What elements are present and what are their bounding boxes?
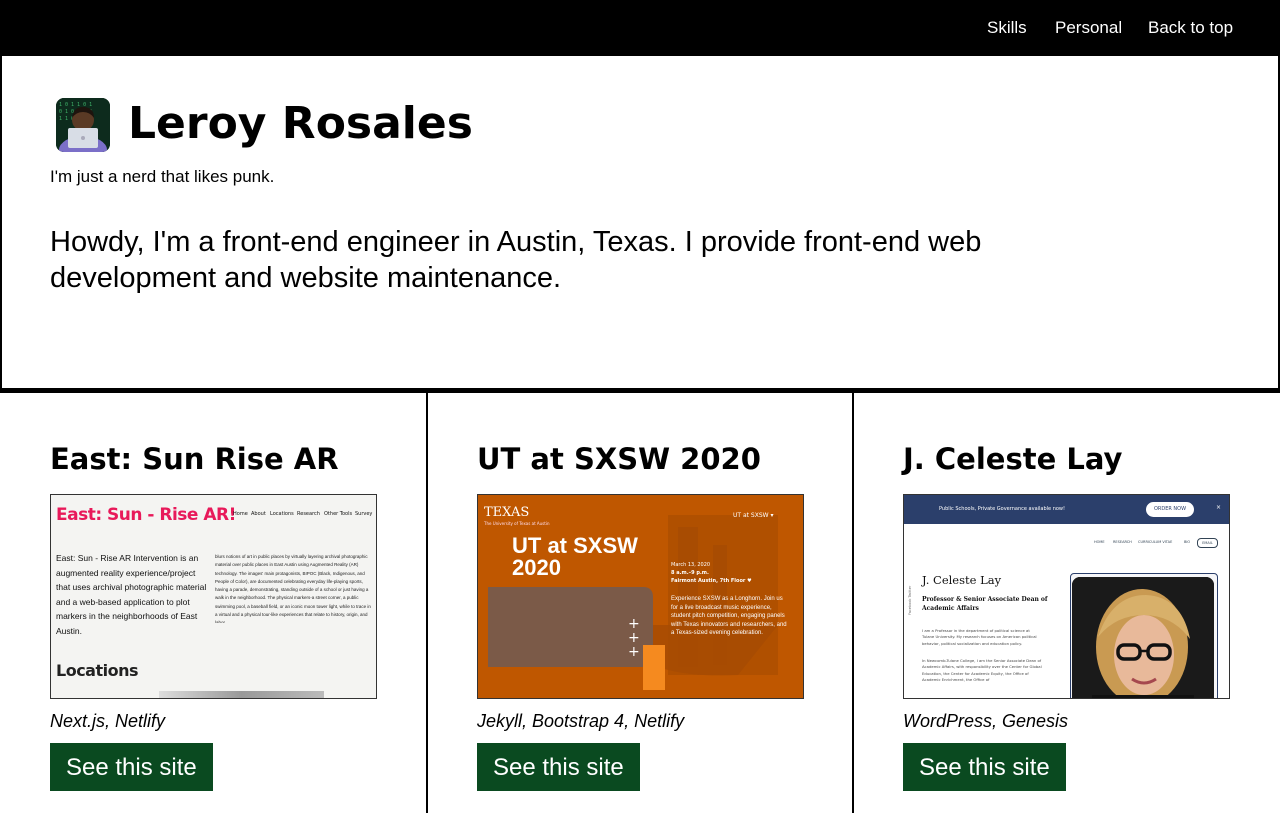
preview-social: Facebook Twitter bbox=[908, 585, 912, 615]
preview-nav-email: EMAIL bbox=[1197, 538, 1218, 548]
see-site-button[interactable]: See this site bbox=[477, 743, 640, 791]
preview-nav-item: Research bbox=[297, 511, 320, 517]
preview-date: March 13, 2020 bbox=[671, 562, 711, 568]
preview-portrait-photo bbox=[1072, 577, 1214, 698]
preview-nav-item: CURRICULUM VITAE bbox=[1138, 540, 1173, 544]
project-title: East: Sun Rise AR bbox=[50, 442, 339, 476]
developer-avatar-icon: 1 0 1 1 0 1 0 1 0 1 1 0 1 1 0 0 1 1 bbox=[56, 98, 110, 152]
top-nav: Skills Personal Back to top bbox=[0, 0, 1280, 56]
see-site-button[interactable]: See this site bbox=[50, 743, 213, 791]
page-title: Leroy Rosales bbox=[128, 98, 473, 149]
nav-back-to-top-link[interactable]: Back to top bbox=[1148, 18, 1233, 38]
preview-section-heading: Locations bbox=[56, 661, 139, 680]
preview-nav-item: Locations bbox=[270, 511, 294, 517]
preview-close-icon: × bbox=[1216, 504, 1222, 511]
tagline: I'm just a nerd that likes punk. bbox=[50, 167, 275, 186]
preview-paragraph: I am a Professor in the department of po… bbox=[922, 628, 1037, 646]
preview-nav-item: RESEARCH bbox=[1113, 540, 1132, 544]
project-title: UT at SXSW 2020 bbox=[477, 442, 761, 476]
preview-lead: East: Sun - Rise AR Intervention is an a… bbox=[56, 553, 207, 636]
nav-personal-link[interactable]: Personal bbox=[1055, 18, 1122, 38]
svg-text:1 0 1 1 0 1: 1 0 1 1 0 1 bbox=[59, 102, 92, 108]
preview-venue: Fairmont Austin, 7th Floor ♥ bbox=[671, 578, 752, 584]
preview-nav-item: BIO bbox=[1184, 540, 1191, 544]
preview-brand: East: Sun - Rise AR! bbox=[56, 505, 236, 525]
preview-nav-item: Home bbox=[233, 511, 248, 517]
preview-banner-text: Public Schools, Private Governance avail… bbox=[939, 506, 1066, 512]
project-screenshot-lay[interactable]: Public Schools, Private Governance avail… bbox=[903, 494, 1230, 699]
project-screenshot-east[interactable]: East: Sun - Rise AR! Home About Location… bbox=[50, 494, 377, 699]
nav-skills-link[interactable]: Skills bbox=[987, 18, 1027, 38]
project-title: J. Celeste Lay bbox=[903, 442, 1123, 476]
preview-nav-item: About bbox=[251, 511, 266, 517]
preview-description: Experience SXSW as a Longhorn. Join us f… bbox=[671, 596, 787, 637]
see-site-button[interactable]: See this site bbox=[903, 743, 1066, 791]
preview-nav-item: Other Tools bbox=[324, 511, 353, 517]
preview-order-button: ORDER NOW bbox=[1146, 502, 1194, 517]
intro-text: Howdy, I'm a front-end engineer in Austi… bbox=[50, 226, 982, 294]
project-tech-stack: Next.js, Netlify bbox=[50, 711, 166, 731]
preview-nav-item: Survey bbox=[355, 511, 373, 517]
preview-plus-icon: + + + bbox=[628, 616, 640, 660]
preview-name: J. Celeste Lay bbox=[922, 573, 1002, 587]
preview-headline: UT at SXSW 2020 bbox=[512, 533, 638, 580]
project-screenshot-sxsw[interactable]: TEXAS The University of Texas at Austin … bbox=[477, 494, 804, 699]
project-tech-stack: WordPress, Genesis bbox=[903, 711, 1069, 731]
preview-logo-sub: The University of Texas at Austin bbox=[484, 521, 550, 526]
preview-nav-item: HOME bbox=[1094, 540, 1105, 544]
preview-menu: UT at SXSW ▾ bbox=[733, 512, 774, 519]
preview-logo: TEXAS bbox=[484, 505, 530, 520]
preview-paragraph: In Newcomb-Tulane College, I am the Seni… bbox=[922, 658, 1042, 683]
preview-body: blurs notions of art in public places by… bbox=[215, 554, 371, 623]
preview-banner: Public Schools, Private Governance avail… bbox=[904, 495, 1229, 524]
project-tech-stack: Jekyll, Bootstrap 4, Netlify bbox=[477, 711, 685, 731]
preview-time: 8 a.m.–9 p.m. bbox=[671, 570, 709, 576]
preview-role: Professor & Senior Associate Dean of Aca… bbox=[922, 596, 1048, 612]
preview-image-strip bbox=[159, 691, 324, 698]
